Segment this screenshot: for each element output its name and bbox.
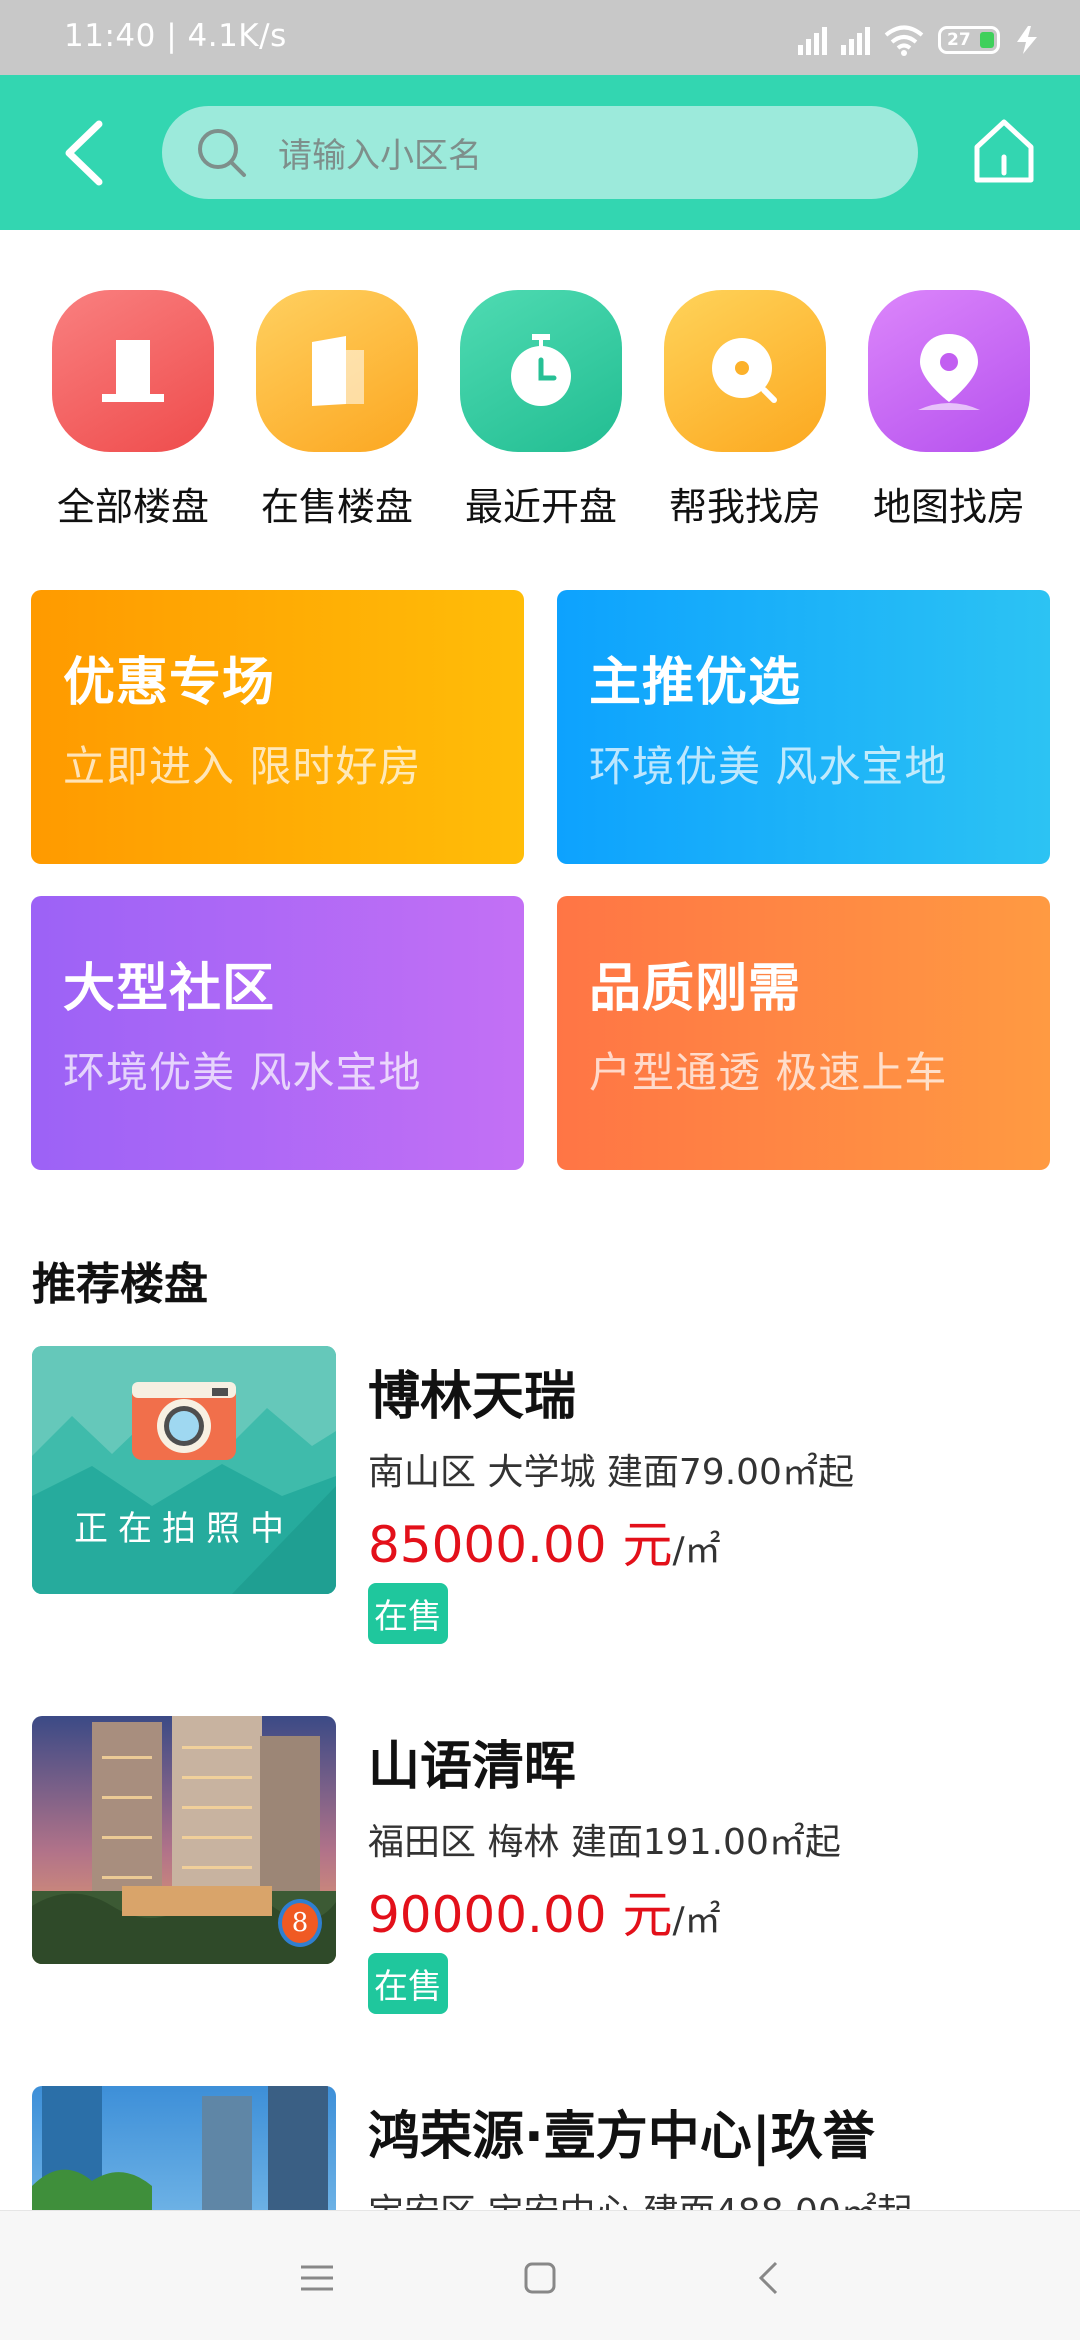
wifi-icon xyxy=(884,25,924,56)
search-icon xyxy=(198,128,246,177)
promo-subtitle: 环境优美 风水宝地 xyxy=(63,1048,422,1097)
category-find-home[interactable]: 帮我找房 xyxy=(645,290,845,531)
listing-name: 山语清晖 xyxy=(368,1737,577,1797)
medal-number: 8 xyxy=(291,1908,309,1938)
listing-name: 博林天瑞 xyxy=(368,1367,577,1427)
category-label: 在售楼盘 xyxy=(260,485,413,529)
status-badge: 在售 xyxy=(368,1953,448,2014)
listing-item[interactable]: 鸿荣源·壹方中心|玖誉 宝安区 宝安中心 建面488.00㎡起 xyxy=(32,2086,1052,2210)
listing-price: 85000.00 元/㎡ xyxy=(368,1505,1058,1577)
document-icon xyxy=(256,290,418,452)
charging-icon xyxy=(1017,26,1037,54)
medal-badge-icon: 8 xyxy=(278,1899,322,1947)
promo-subtitle: 立即进入 限时好房 xyxy=(63,742,422,791)
category-map-search[interactable]: 地图找房 xyxy=(849,290,1049,531)
category-label: 全部楼盘 xyxy=(56,485,209,529)
section-title: 推荐楼盘 xyxy=(32,1259,208,1310)
listing-item[interactable]: 正在拍照中 博林天瑞 南山区 大学城 建面79.00㎡起 85000.00 元/… xyxy=(32,1346,1052,1644)
listing-description: 宝安区 宝安中心 建面488.00㎡起 xyxy=(368,2183,1052,2210)
listing-info: 博林天瑞 南山区 大学城 建面79.00㎡起 85000.00 元/㎡ 在售 xyxy=(368,1354,1058,1644)
price-unit: /㎡ xyxy=(672,1900,721,1941)
promo-quality-card[interactable]: 品质刚需 户型通透 极速上车 xyxy=(557,896,1050,1170)
battery-level: 27 xyxy=(947,30,971,50)
category-all-buildings[interactable]: 全部楼盘 xyxy=(33,290,233,531)
listing-thumbnail: 8 xyxy=(32,1716,336,1964)
status-badge: 在售 xyxy=(368,1583,448,1644)
status-time-speed: 11:40 | 4.1K/s xyxy=(64,18,287,54)
system-navigation-bar xyxy=(0,2210,1080,2340)
home-icon xyxy=(974,119,1034,183)
listing-info: 山语清晖 福田区 梅林 建面191.00㎡起 90000.00 元/㎡ 在售 xyxy=(368,1724,1058,2014)
promo-featured-card[interactable]: 主推优选 环境优美 风水宝地 xyxy=(557,590,1050,864)
chevron-left-icon xyxy=(65,120,103,185)
listing-info: 鸿荣源·壹方中心|玖誉 宝安区 宝安中心 建面488.00㎡起 xyxy=(368,2094,1052,2210)
signal-icon xyxy=(798,25,827,55)
back-button[interactable] xyxy=(48,115,118,190)
promo-title: 品质刚需 xyxy=(589,959,802,1019)
listing-name: 鸿荣源·壹方中心|玖誉 xyxy=(368,2107,875,2167)
promo-subtitle: 户型通透 极速上车 xyxy=(589,1048,948,1097)
promo-subtitle: 环境优美 风水宝地 xyxy=(589,742,948,791)
map-pin-icon xyxy=(868,290,1030,452)
listing-description: 福田区 梅林 建面191.00㎡起 xyxy=(368,1822,841,1863)
category-menu: 全部楼盘 在售楼盘 最近开盘 帮我找房 地图找房 xyxy=(0,290,1080,530)
search-placeholder: 请输入小区名 xyxy=(278,136,482,176)
price-value: 90000.00 元 xyxy=(368,1886,673,1944)
camera-icon xyxy=(132,1382,236,1460)
price-unit: /㎡ xyxy=(672,1530,721,1571)
category-label: 地图找房 xyxy=(872,485,1025,529)
home-nav-button[interactable] xyxy=(515,2253,565,2303)
back-nav-button[interactable] xyxy=(743,2253,793,2303)
listing-item[interactable]: 8 山语清晖 福田区 梅林 建面191.00㎡起 90000.00 元/㎡ 在售 xyxy=(32,1716,1052,2014)
listing-thumbnail xyxy=(32,2086,336,2210)
search-input[interactable]: 请输入小区名 xyxy=(162,106,918,199)
listing-price: 90000.00 元/㎡ xyxy=(368,1875,1058,1947)
status-bar: 11:40 | 4.1K/s 27 xyxy=(0,0,1080,75)
category-recent-opening[interactable]: 最近开盘 xyxy=(441,290,641,531)
promo-title: 优惠专场 xyxy=(63,653,276,713)
status-icons: 27 xyxy=(798,20,1040,60)
battery-icon: 27 xyxy=(938,26,1000,54)
top-bar: 请输入小区名 xyxy=(0,75,1080,230)
category-label: 帮我找房 xyxy=(668,485,821,529)
chevron-left-icon xyxy=(758,2261,778,2295)
menu-button[interactable] xyxy=(292,2253,342,2303)
home-button[interactable] xyxy=(966,111,1042,191)
magnifier-icon xyxy=(664,290,826,452)
building-icon xyxy=(52,290,214,452)
stopwatch-icon xyxy=(460,290,622,452)
promo-discount-card[interactable]: 优惠专场 立即进入 限时好房 xyxy=(31,590,524,864)
listing-thumbnail: 正在拍照中 xyxy=(32,1346,336,1594)
thumbnail-caption: 正在拍照中 xyxy=(74,1509,294,1549)
category-label: 最近开盘 xyxy=(464,485,617,529)
menu-icon xyxy=(301,2265,333,2291)
promo-title: 大型社区 xyxy=(63,959,276,1019)
square-icon xyxy=(524,2262,556,2294)
promo-title: 主推优选 xyxy=(589,653,802,713)
price-value: 85000.00 元 xyxy=(368,1516,673,1574)
listing-description: 南山区 大学城 建面79.00㎡起 xyxy=(368,1452,854,1493)
signal-icon xyxy=(841,25,870,55)
category-on-sale[interactable]: 在售楼盘 xyxy=(237,290,437,531)
promo-large-community-card[interactable]: 大型社区 环境优美 风水宝地 xyxy=(31,896,524,1170)
